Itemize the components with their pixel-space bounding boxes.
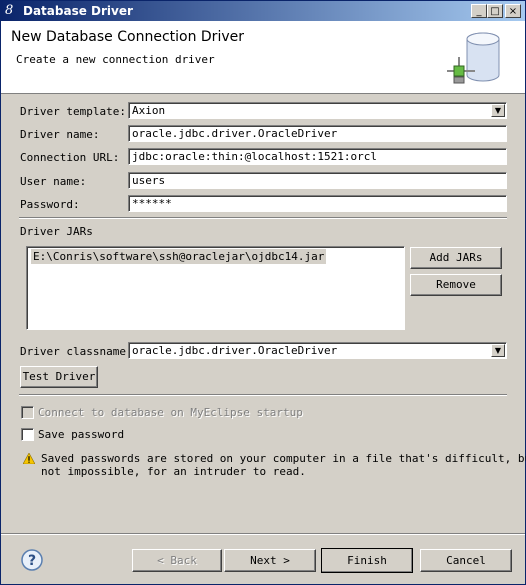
list-item[interactable]: E:\Conris\software\ssh@oraclejar\ojdbc14… bbox=[31, 249, 327, 264]
chevron-down-icon[interactable]: ▼ bbox=[491, 104, 505, 117]
test-driver-button[interactable]: Test Driver bbox=[20, 366, 98, 388]
page-title: New Database Connection Driver bbox=[11, 29, 244, 45]
connection-url-label: Connection URL: bbox=[20, 151, 120, 164]
wizard-banner: New Database Connection Driver Create a … bbox=[1, 21, 525, 94]
driver-jars-label: Driver JARs bbox=[20, 225, 93, 238]
finish-button[interactable]: Finish bbox=[321, 548, 413, 573]
password-input[interactable]: ****** bbox=[128, 195, 507, 212]
back-button[interactable]: < Back bbox=[132, 549, 222, 572]
driver-template-label: Driver template: bbox=[20, 105, 126, 118]
driver-template-value: Axion bbox=[132, 104, 166, 117]
driver-template-combo[interactable]: Axion ▼ bbox=[128, 102, 507, 119]
driver-jars-list[interactable]: E:\Conris\software\ssh@oraclejar\ojdbc14… bbox=[26, 246, 405, 330]
driver-classname-value: oracle.jdbc.driver.OracleDriver bbox=[132, 344, 338, 357]
chevron-down-icon[interactable]: ▼ bbox=[491, 344, 505, 357]
next-button[interactable]: Next > bbox=[224, 549, 316, 572]
separator bbox=[19, 394, 507, 396]
connect-on-startup-label: Connect to database on MyEclipse startup bbox=[38, 406, 303, 419]
driver-name-input[interactable]: oracle.jdbc.driver.OracleDriver bbox=[128, 125, 507, 142]
driver-classname-label: Driver classname: bbox=[20, 345, 133, 358]
cancel-button[interactable]: Cancel bbox=[420, 549, 512, 572]
save-password-label: Save password bbox=[38, 428, 125, 441]
connect-on-startup-checkbox[interactable] bbox=[21, 406, 34, 419]
remove-jar-button[interactable]: Remove bbox=[410, 274, 502, 296]
user-name-label: User name: bbox=[20, 175, 87, 188]
add-jars-button[interactable]: Add JARs bbox=[410, 247, 502, 269]
database-icon bbox=[447, 32, 500, 84]
driver-name-label: Driver name: bbox=[20, 128, 100, 141]
connection-url-input[interactable]: jdbc:oracle:thin:@localhost:1521:orcl bbox=[128, 148, 507, 165]
page-description: Create a new connection driver bbox=[16, 53, 215, 66]
separator bbox=[19, 217, 507, 219]
warning-text-line-1: Saved passwords are stored on your compu… bbox=[41, 452, 526, 465]
maximize-button[interactable]: □ bbox=[487, 4, 503, 18]
save-password-checkbox[interactable] bbox=[21, 428, 34, 441]
window-title: Database Driver bbox=[23, 4, 133, 18]
title-bar[interactable]: 8 Database Driver _ □ × bbox=[1, 1, 525, 21]
warning-icon bbox=[23, 453, 35, 464]
database-driver-dialog: 8 Database Driver _ □ × New Database Con… bbox=[0, 0, 526, 585]
help-icon[interactable]: ? bbox=[21, 549, 43, 571]
password-label: Password: bbox=[20, 198, 80, 211]
warning-text-line-2: not impossible, for an intruder to read. bbox=[41, 465, 306, 478]
driver-classname-combo[interactable]: oracle.jdbc.driver.OracleDriver ▼ bbox=[128, 342, 507, 359]
user-name-input[interactable]: users bbox=[128, 172, 507, 189]
eclipse-8-icon: 8 bbox=[5, 3, 14, 18]
close-button[interactable]: × bbox=[505, 4, 521, 18]
svg-text:?: ? bbox=[28, 553, 36, 569]
separator bbox=[1, 533, 525, 535]
minimize-button[interactable]: _ bbox=[471, 4, 487, 18]
